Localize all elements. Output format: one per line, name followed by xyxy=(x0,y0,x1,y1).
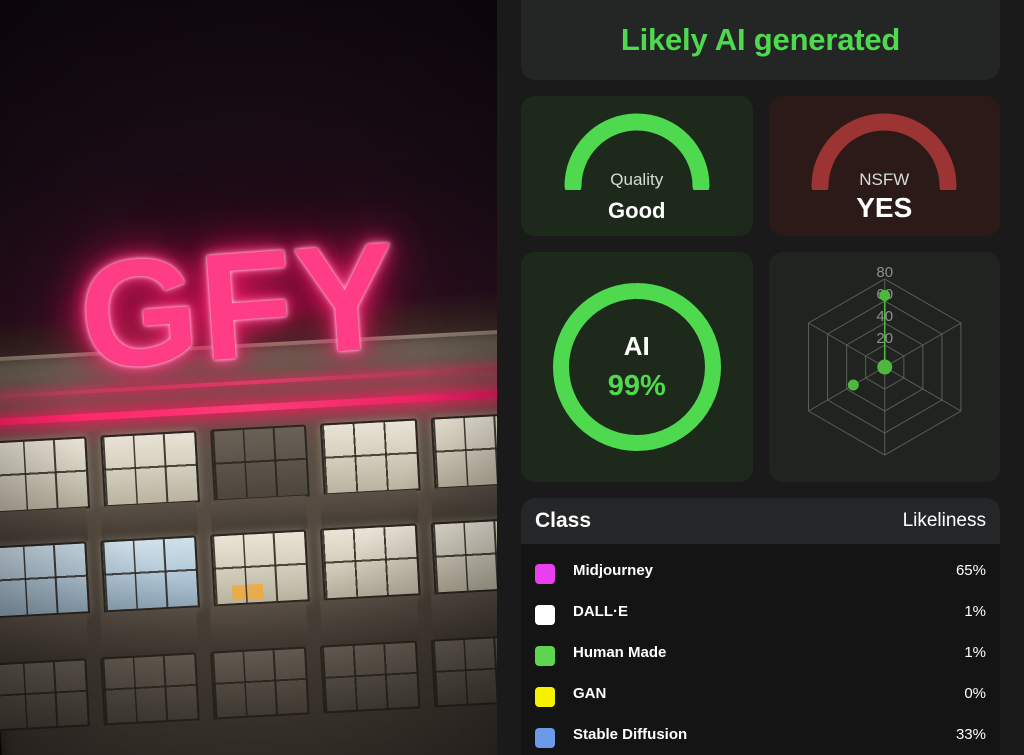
class-color-swatch xyxy=(535,645,555,666)
quality-gauge-label: Quality xyxy=(610,170,664,189)
verdict-text: Likely AI generated xyxy=(620,22,901,57)
nsfw-gauge-value: YES xyxy=(856,192,913,223)
ai-score-card[interactable]: AI 99% xyxy=(521,252,753,482)
table-row[interactable]: Midjourney 65% xyxy=(535,550,986,591)
nsfw-gauge-label: NSFW xyxy=(859,170,910,189)
results-panel: Likely AI generated Quality Good NSFW YE… xyxy=(497,0,1024,755)
window xyxy=(100,535,201,613)
brick-pier xyxy=(210,495,309,535)
brick-pier xyxy=(320,489,419,529)
brick-pier xyxy=(430,589,497,640)
ai-score-title: AI xyxy=(623,331,650,361)
table-body: Midjourney 65% DALL·E 1% Human Made 1% G… xyxy=(521,544,1000,755)
radar-point-stable-diffusion xyxy=(847,379,859,391)
class-name: DALL·E xyxy=(573,603,628,620)
quality-gauge-value: Good xyxy=(608,198,666,223)
window xyxy=(0,541,91,619)
window xyxy=(100,429,201,507)
window xyxy=(430,517,497,595)
window xyxy=(0,435,91,513)
window xyxy=(320,523,421,601)
class-name: Human Made xyxy=(573,644,667,661)
table-row[interactable]: Human Made 1% xyxy=(535,632,986,673)
window xyxy=(0,658,91,732)
brick-pier xyxy=(100,501,199,541)
radar-chart: 80 60 40 20 xyxy=(807,264,961,456)
radar-point-center-cluster xyxy=(876,359,892,375)
class-likeliness: 65% xyxy=(955,562,986,579)
class-color-swatch xyxy=(535,727,555,748)
window xyxy=(210,529,311,607)
class-likeliness: 0% xyxy=(964,685,986,702)
brick-pier xyxy=(0,613,89,664)
radar-point-midjourney xyxy=(878,290,890,301)
window xyxy=(320,640,421,714)
class-color-swatch xyxy=(535,686,555,707)
window xyxy=(320,418,421,495)
window xyxy=(210,423,311,501)
radar-chart-card[interactable]: 80 60 40 20 xyxy=(768,252,1000,482)
brick-pier xyxy=(320,595,419,646)
window xyxy=(100,652,201,726)
class-likeliness-table: Class Likeliness Midjourney 65% DALL·E 1… xyxy=(521,498,1000,755)
brick-pier xyxy=(430,483,497,523)
brick-pier xyxy=(210,601,309,652)
ai-score-percent: 99% xyxy=(607,370,666,402)
class-name: Stable Diffusion xyxy=(573,726,688,743)
analyzed-photo: GFY xyxy=(0,0,497,755)
table-row[interactable]: Stable Diffusion 33% xyxy=(535,714,986,755)
metrics-grid: Quality Good NSFW YES AI 99% 80 40 20 xyxy=(521,96,1000,482)
class-color-swatch xyxy=(535,604,555,625)
class-name: GAN xyxy=(573,685,607,702)
brick-pier xyxy=(0,507,89,547)
neon-sign-text: GFY xyxy=(73,210,404,402)
table-header-class: Class xyxy=(535,509,592,532)
radar-tick-80: 80 xyxy=(876,264,893,281)
table-row[interactable]: DALL·E 1% xyxy=(535,591,986,632)
window xyxy=(430,634,497,708)
class-name: Midjourney xyxy=(573,562,654,579)
brick-pier xyxy=(100,607,199,658)
nsfw-gauge-card[interactable]: NSFW YES xyxy=(768,96,1000,236)
app-root: GFY Likely AI generated Quality Good NSF… xyxy=(0,0,1024,755)
analyzed-image-pane[interactable]: GFY xyxy=(0,0,497,755)
window xyxy=(430,412,497,489)
warm-light xyxy=(231,584,264,601)
class-color-swatch xyxy=(535,563,555,584)
window xyxy=(210,646,311,720)
verdict-card: Likely AI generated xyxy=(521,0,1000,80)
table-header-likeliness: Likeliness xyxy=(902,510,986,531)
class-likeliness: 1% xyxy=(964,644,986,661)
ai-score-center: AI 99% xyxy=(521,252,753,482)
table-header-row: Class Likeliness xyxy=(521,498,1000,544)
class-likeliness: 33% xyxy=(955,726,986,743)
quality-gauge-card[interactable]: Quality Good xyxy=(521,96,753,236)
class-likeliness: 1% xyxy=(964,603,986,620)
table-row[interactable]: GAN 0% xyxy=(535,673,986,714)
